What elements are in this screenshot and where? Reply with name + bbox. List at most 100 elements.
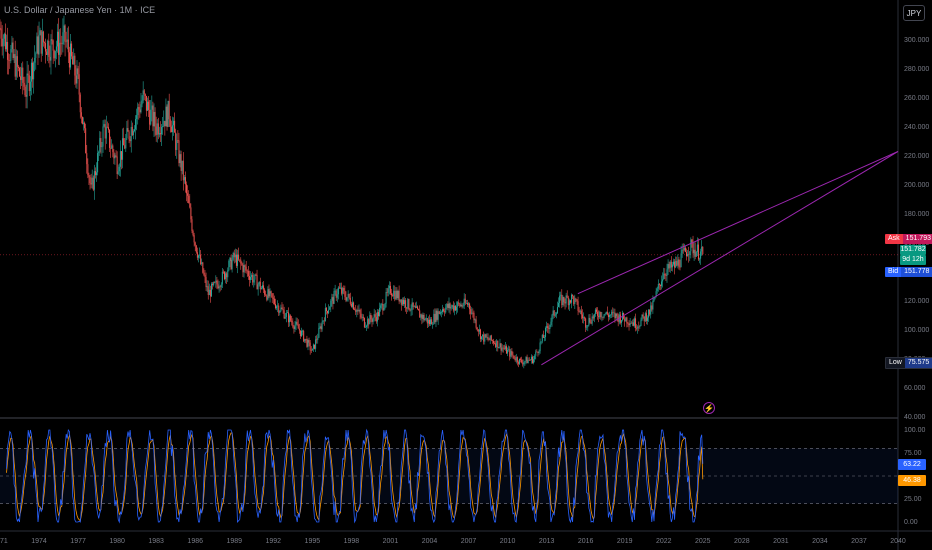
candle-body — [77, 68, 79, 75]
candle-body — [245, 266, 247, 271]
candle-body — [109, 129, 111, 148]
candle-body — [481, 336, 483, 340]
candle-body — [238, 254, 240, 260]
candle-body — [214, 282, 216, 283]
candle-body — [201, 262, 203, 265]
candle-body — [247, 270, 249, 277]
candle-body — [208, 289, 210, 295]
candle-body — [574, 298, 576, 304]
candle-body — [126, 128, 128, 139]
time-tick-label: 2007 — [461, 538, 477, 545]
candle-body — [383, 307, 385, 311]
candle-body — [229, 257, 231, 262]
candle-body — [587, 325, 589, 327]
candle-body — [117, 171, 119, 175]
candle-body — [681, 249, 683, 254]
candle-body — [128, 131, 130, 140]
candle-body — [495, 343, 497, 347]
candle-body — [516, 357, 518, 363]
chart-canvas[interactable]: 300.000 280.000 260.000 240.000 220.000 200.0… — [0, 0, 932, 550]
time-tick-label: 2001 — [383, 538, 399, 545]
candle-body — [112, 145, 114, 152]
candle-body — [629, 323, 631, 326]
candle-body — [65, 41, 67, 43]
price-tick-label: 220.000 — [904, 153, 929, 160]
candle-body — [343, 287, 345, 291]
candle-body — [324, 307, 326, 322]
candle-body — [593, 314, 595, 319]
candle-body — [51, 39, 53, 41]
candle-body — [550, 321, 552, 325]
candle-body — [227, 270, 229, 278]
candle-body — [43, 42, 45, 44]
osc-d-tag: 46.38 — [898, 475, 926, 486]
time-tick-label: 1980 — [109, 538, 125, 545]
candle-body — [354, 309, 356, 311]
candle-body — [496, 340, 498, 347]
candle-body — [179, 154, 181, 164]
candle-body — [385, 292, 387, 304]
candle-body — [565, 295, 567, 304]
candle-body — [689, 251, 691, 255]
time-tick-label: 2010 — [500, 538, 516, 545]
currency-button[interactable]: JPY — [903, 5, 925, 21]
candle-body — [0, 28, 1, 29]
candle-body — [181, 160, 183, 171]
candle-body — [645, 313, 647, 321]
candle-body — [548, 327, 550, 330]
candle-body — [296, 321, 298, 325]
candle-body — [341, 287, 343, 294]
candle-body — [560, 294, 562, 296]
candle-body — [508, 349, 510, 350]
candle-body — [310, 350, 312, 351]
candle-body — [666, 269, 668, 276]
candle-body — [315, 339, 317, 349]
candle-body — [41, 31, 43, 54]
candle-body — [491, 340, 493, 341]
candle-body — [33, 62, 35, 80]
candle-body — [47, 40, 49, 55]
candle-body — [139, 109, 141, 113]
candle-body — [13, 54, 15, 58]
candle-body — [200, 254, 202, 265]
candle-body — [459, 303, 461, 307]
candle-body — [123, 138, 125, 146]
candle-body — [167, 100, 169, 127]
low-label: Low — [889, 359, 902, 366]
candle-body — [356, 309, 358, 312]
candle-body — [349, 297, 351, 304]
candle-body — [636, 327, 638, 329]
candle-body — [3, 33, 5, 39]
candle-body — [640, 319, 642, 326]
candle-body — [581, 314, 583, 319]
candle-body — [189, 203, 191, 208]
candle-body — [195, 245, 197, 253]
candle-body — [4, 33, 6, 50]
candle-body — [388, 285, 390, 289]
time-tick-label: 2022 — [656, 538, 672, 545]
candle-body — [420, 314, 422, 318]
candle-body — [551, 314, 553, 322]
price-tick-label: 40.000 — [904, 414, 926, 421]
candle-body — [641, 314, 643, 320]
candle-body — [104, 124, 106, 139]
candle-body — [355, 310, 357, 312]
candle-body — [455, 305, 457, 311]
candle-body — [286, 312, 288, 314]
candle-body — [68, 52, 70, 68]
candle-body — [437, 311, 439, 320]
candle-body — [69, 43, 71, 68]
candle-body — [311, 348, 313, 351]
lightning-icon[interactable]: ⚡ — [703, 402, 715, 414]
candle-body — [58, 31, 60, 55]
candle-body — [351, 302, 353, 307]
candle-body — [25, 95, 27, 97]
candle-body — [8, 59, 10, 61]
time-tick-label: 1974 — [31, 538, 47, 545]
candle-body — [415, 306, 417, 308]
candle-body — [330, 300, 332, 308]
candle-body — [255, 274, 257, 276]
candle-body — [19, 68, 21, 77]
candle-body — [543, 337, 545, 338]
candle-body — [86, 153, 88, 165]
